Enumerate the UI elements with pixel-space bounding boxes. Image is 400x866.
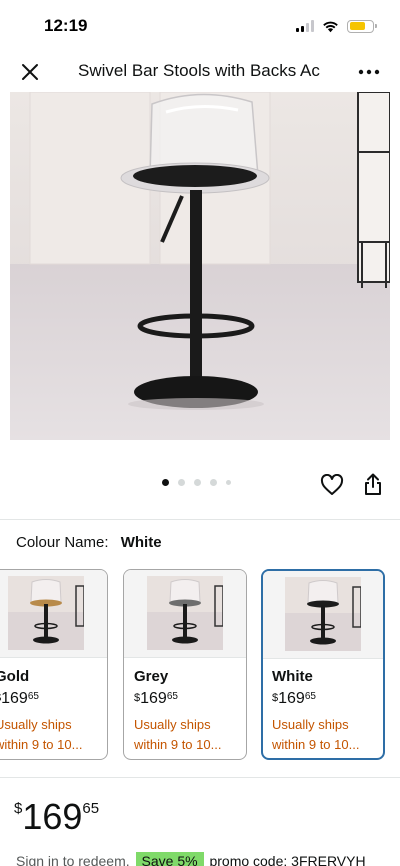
status-time: 12:19 xyxy=(44,16,88,35)
swatch-shipping: Usually ships within 9 to 10... xyxy=(0,717,83,752)
carousel-dot[interactable] xyxy=(226,480,231,485)
price-fraction: 65 xyxy=(82,800,100,817)
wifi-icon xyxy=(323,21,338,32)
section-divider xyxy=(0,519,400,520)
close-button[interactable] xyxy=(18,60,42,84)
colour-row: Colour Name: White xyxy=(16,534,162,551)
swatch-price: $16965 xyxy=(272,690,316,707)
share-icon xyxy=(365,473,381,495)
sign-in-link[interactable]: Sign in to redeem. xyxy=(16,853,130,866)
page-title: Swivel Bar Stools with Backs Ac xyxy=(78,61,320,80)
section-divider xyxy=(0,777,400,778)
carousel-dot[interactable] xyxy=(194,479,201,486)
colour-swatch-white[interactable]: White $16965 Usually ships within 9 to 1… xyxy=(261,569,385,760)
add-to-wishlist-button[interactable] xyxy=(318,472,346,498)
promo-line: Sign in to redeem. Save 5% promo code: 3… xyxy=(16,852,366,866)
colour-swatch-gold[interactable]: Gold $16965 Usually ships within 9 to 10… xyxy=(0,569,108,760)
colour-label: Colour Name: xyxy=(16,534,109,551)
promo-badge: Save 5% xyxy=(135,852,204,866)
swatch-shipping: Usually ships within 9 to 10... xyxy=(272,717,360,752)
carousel-dot[interactable] xyxy=(162,479,169,486)
swatch-price: $16965 xyxy=(134,690,178,707)
swatch-thumbnail xyxy=(124,570,246,658)
product-image[interactable] xyxy=(10,92,390,440)
swatch-name: White xyxy=(272,668,313,685)
carousel-indicator xyxy=(162,479,231,486)
more-options-button[interactable] xyxy=(356,60,382,84)
swatch-price: $16965 xyxy=(0,690,39,707)
more-icon xyxy=(358,69,380,75)
share-button[interactable] xyxy=(360,470,386,498)
stool-thumbnail xyxy=(285,577,361,651)
swatch-name: Grey xyxy=(134,668,169,685)
product-photo xyxy=(10,92,390,440)
swatch-name: Gold xyxy=(0,668,30,685)
price-currency: $ xyxy=(14,800,23,817)
stool-thumbnail xyxy=(8,576,84,650)
carousel-dot[interactable] xyxy=(178,479,185,486)
battery-icon xyxy=(347,19,377,33)
promo-code: promo code: 3FRERVYH xyxy=(209,853,366,866)
status-bar: 12:19 xyxy=(0,0,400,52)
product-price: $16965 xyxy=(14,796,99,838)
swatch-shipping: Usually ships within 9 to 10... xyxy=(134,717,222,752)
swatch-thumbnail xyxy=(263,571,383,659)
nav-bar: Swivel Bar Stools with Backs Ac xyxy=(0,52,400,92)
close-icon xyxy=(22,64,38,80)
colour-value: White xyxy=(120,534,162,551)
status-icons xyxy=(296,17,377,35)
heart-icon xyxy=(320,474,344,495)
cellular-signal-icon xyxy=(296,20,314,32)
colour-swatch-grey[interactable]: Grey $16965 Usually ships within 9 to 10… xyxy=(123,569,247,760)
swatch-thumbnail xyxy=(0,570,107,658)
carousel-dot[interactable] xyxy=(210,479,217,486)
stool-thumbnail xyxy=(147,576,223,650)
price-whole: 169 xyxy=(22,796,83,837)
